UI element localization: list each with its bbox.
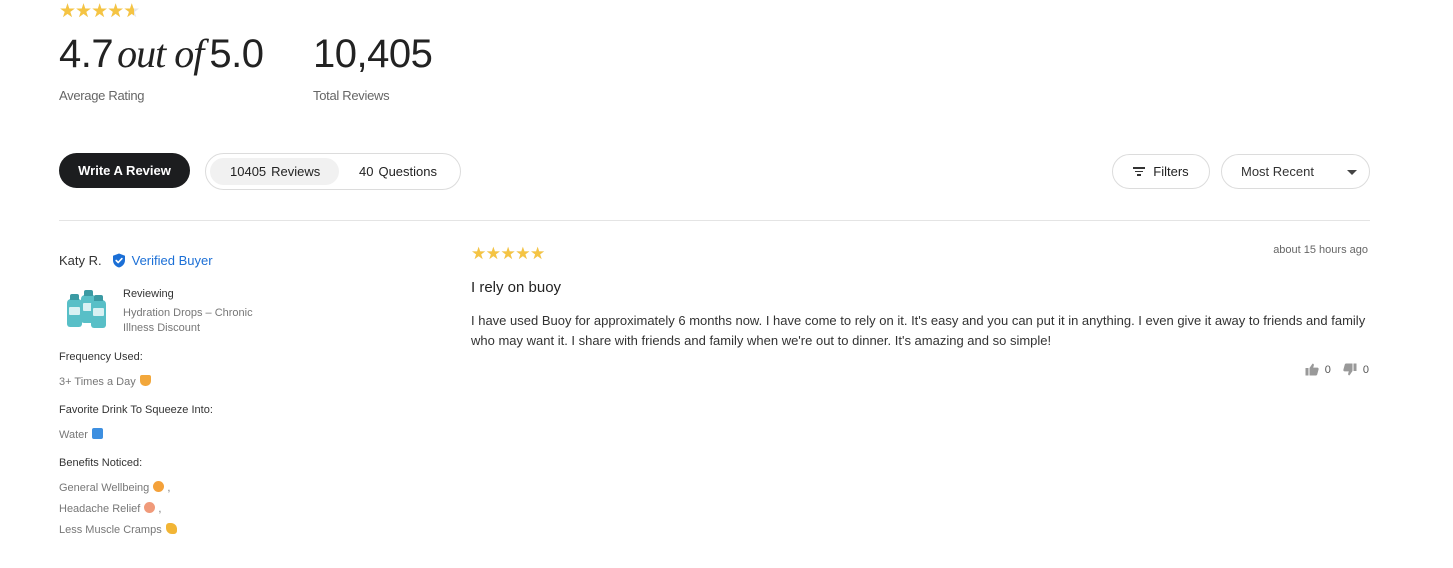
star-icon: ★ ★ bbox=[123, 1, 140, 22]
average-rating-block: 4.7 out of 5.0 Average Rating bbox=[59, 31, 264, 104]
tab-questions-label: Questions bbox=[378, 164, 438, 179]
review-content: ★ ★ ★ ★ ★ ★ ★ ★ ★ ★ about 15 hours ago I rely on … bbox=[471, 244, 1371, 376]
total-reviews-value: 10,405 bbox=[313, 32, 433, 76]
face-emoji-icon bbox=[144, 502, 156, 513]
reviewer-info: Katy R. Verified Buyer Reviewing Hydrati… bbox=[59, 251, 359, 537]
attribute-value: Headache Relief , bbox=[59, 502, 162, 515]
filters-label: Filters bbox=[1153, 164, 1189, 179]
reviewer-name: Katy R. bbox=[59, 252, 102, 268]
average-rating-value: 4.7 out of 5.0 bbox=[59, 31, 264, 77]
attribute-favorite-drink: Favorite Drink To Squeeze Into: Water bbox=[59, 403, 359, 442]
star-icon: ★ ★ bbox=[485, 244, 501, 263]
water-emoji-icon bbox=[91, 428, 103, 439]
review-rating-stars: ★ ★ ★ ★ ★ ★ ★ ★ ★ ★ bbox=[471, 245, 1371, 263]
review-title: I rely on buoy bbox=[471, 279, 562, 296]
attribute-value: 3+ Times a Day bbox=[59, 375, 359, 389]
out-of-text: out of bbox=[117, 31, 204, 76]
sort-selected-value: Most Recent bbox=[1241, 164, 1314, 179]
average-rating-stars: ★ ★ ★ ★ ★ ★ ★ ★ ★ ★ bbox=[59, 1, 140, 22]
attribute-frequency: Frequency Used: 3+ Times a Day bbox=[59, 350, 359, 389]
filter-icon bbox=[1133, 167, 1146, 176]
attribute-label: Favorite Drink To Squeeze Into: bbox=[59, 404, 213, 416]
smiling-face-emoji-icon bbox=[153, 481, 165, 492]
average-value: 4.7 bbox=[59, 32, 114, 76]
star-icon: ★ ★ bbox=[91, 1, 108, 22]
total-reviews-block: 10,405 Total Reviews bbox=[313, 32, 433, 103]
verified-buyer-badge: Verified Buyer bbox=[131, 252, 213, 268]
attribute-benefits: Benefits Noticed: General Wellbeing , He… bbox=[59, 456, 359, 537]
attribute-value: Less Muscle Cramps bbox=[59, 523, 359, 537]
tab-questions[interactable]: 40 Questions bbox=[339, 158, 451, 185]
attribute-label: Benefits Noticed: bbox=[59, 457, 143, 469]
star-icon: ★ ★ bbox=[515, 244, 530, 263]
star-icon: ★ ★ bbox=[75, 1, 92, 22]
crown-emoji-icon bbox=[139, 375, 151, 386]
reviewer-name-row: Katy R. Verified Buyer bbox=[59, 251, 359, 269]
attribute-value: Water bbox=[59, 428, 359, 442]
tab-questions-count: 40 bbox=[359, 164, 374, 179]
review-date: about 15 hours ago bbox=[1273, 244, 1368, 256]
tab-reviews-count: 10405 bbox=[230, 164, 267, 179]
star-icon: ★ ★ bbox=[500, 244, 516, 263]
review-body: I have used Buoy for approximately 6 mon… bbox=[471, 313, 1366, 348]
average-rating-label: Average Rating bbox=[59, 88, 145, 103]
product-text: Reviewing Hydration Drops – Chronic Illn… bbox=[123, 288, 273, 336]
divider bbox=[59, 220, 1370, 221]
attribute-value: General Wellbeing , bbox=[59, 481, 171, 494]
chevron-down-icon bbox=[1347, 170, 1357, 175]
tab-reviews-label: Reviews bbox=[271, 164, 321, 179]
filters-button[interactable]: Filters bbox=[1112, 154, 1210, 189]
total-reviews-label: Total Reviews bbox=[313, 88, 390, 103]
product-name: Hydration Drops – Chronic Illness Discou… bbox=[123, 307, 253, 334]
reviewing-label: Reviewing bbox=[123, 288, 174, 300]
sort-select[interactable]: Most Recent bbox=[1221, 154, 1370, 189]
tab-reviews[interactable]: 10405 Reviews bbox=[210, 158, 339, 185]
verified-shield-icon bbox=[112, 253, 125, 267]
star-icon: ★ ★ bbox=[471, 244, 486, 263]
write-review-button[interactable]: Write A Review bbox=[59, 153, 190, 188]
unhelpful-count: 0 bbox=[1362, 363, 1369, 376]
review-question-tabs: 10405 Reviews 40 Questions bbox=[205, 153, 461, 190]
flexed-biceps-emoji-icon bbox=[165, 523, 177, 534]
max-value: 5.0 bbox=[209, 32, 264, 76]
thumbs-down-icon[interactable] bbox=[1343, 363, 1357, 376]
star-icon: ★ ★ bbox=[59, 1, 76, 22]
product-thumbnail bbox=[59, 290, 107, 331]
star-icon: ★ ★ bbox=[107, 1, 124, 22]
thumbs-up-icon[interactable] bbox=[1305, 363, 1319, 376]
star-icon: ★ ★ bbox=[530, 244, 545, 263]
helpful-count: 0 bbox=[1324, 363, 1331, 376]
review-votes: 0 0 bbox=[1305, 363, 1369, 376]
attribute-label: Frequency Used: bbox=[59, 351, 143, 363]
reviewed-product[interactable]: Reviewing Hydration Drops – Chronic Illn… bbox=[59, 288, 359, 336]
